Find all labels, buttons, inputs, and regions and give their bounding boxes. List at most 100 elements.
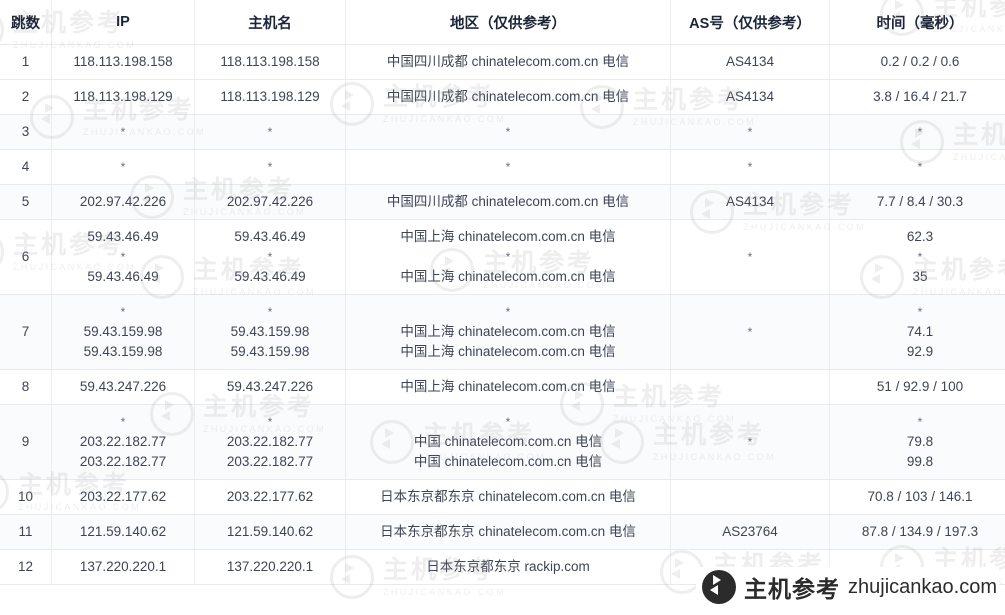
cell-as[interactable]: * <box>670 149 830 185</box>
cell-geo: 中国四川成都 chinatelecom.com.cn 电信 <box>345 184 671 220</box>
cell-ip[interactable]: * 203.22.182.77 203.22.182.77 <box>51 404 195 480</box>
cell-as[interactable]: * <box>670 114 830 150</box>
cell-ip[interactable]: 121.59.140.62 <box>51 514 195 550</box>
cell-line: 203.22.177.62 <box>79 489 167 504</box>
column-header-hop[interactable]: 跳数 <box>0 0 52 45</box>
cell-ip[interactable]: 118.113.198.158 <box>51 44 195 80</box>
cell-line: * <box>747 325 753 339</box>
cell-host: 203.22.177.62 <box>194 479 346 515</box>
cell-host: 121.59.140.62 <box>194 514 346 550</box>
cell-as[interactable]: * <box>670 404 830 480</box>
cell-line: 92.9 <box>906 344 934 359</box>
cell-line: 35 <box>912 269 928 284</box>
corner-watermark-cn: 主机参考 <box>744 576 841 602</box>
cell-ip[interactable]: 59.43.46.49 * 59.43.46.49 <box>51 219 195 295</box>
cell-as[interactable] <box>670 479 830 515</box>
watermark-en: ZHUJICANKAO.COM <box>383 586 507 597</box>
traceroute-table: 跳数 IP 主机名 地区（仅供参考） AS号（仅供参考） 时间（毫秒） 1 118… <box>0 0 1005 585</box>
cell-time: * 74.1 92.9 <box>829 294 1005 370</box>
cell-line: 中国四川成都 chinatelecom.com.cn 电信 <box>386 194 630 209</box>
table-body: 1 118.113.198.158 118.113.198.158 中国四川成都 ch… <box>0 44 1005 585</box>
cell-line: 中国四川成都 chinatelecom.com.cn 电信 <box>386 89 630 104</box>
cell-line: * <box>917 160 923 174</box>
cell-host: 137.220.220.1 <box>194 549 346 585</box>
cell-line: 118.113.198.158 <box>220 54 320 69</box>
cell-line: 59.43.46.49 <box>234 229 306 244</box>
cell-hop: 8 <box>0 369 52 405</box>
cell-line: 203.22.182.77 <box>79 454 167 469</box>
cell-line: * <box>267 305 273 319</box>
cell-ip[interactable]: 118.113.198.129 <box>51 79 195 115</box>
cell-time: 70.8 / 103 / 146.1 <box>829 479 1005 515</box>
cell-host: 59.43.247.226 <box>194 369 346 405</box>
cell-time: 87.8 / 134.9 / 197.3 <box>829 514 1005 550</box>
cell-line: * <box>267 250 273 264</box>
cell-host: 202.97.42.226 <box>194 184 346 220</box>
cell-hop: 9 <box>0 404 52 480</box>
cell-line: 中国四川成都 chinatelecom.com.cn 电信 <box>386 54 630 69</box>
cell-line: 日本东京都东京 rackip.com <box>426 559 590 574</box>
cell-time: 3.8 / 16.4 / 21.7 <box>829 79 1005 115</box>
cell-as[interactable]: * <box>670 294 830 370</box>
cell-as[interactable]: AS4134 <box>670 44 830 80</box>
cell-time: * 79.8 99.8 <box>829 404 1005 480</box>
cell-line: 137.220.220.1 <box>226 559 314 574</box>
cell-geo: * 中国上海 chinatelecom.com.cn 电信 中国上海 chinate… <box>345 294 671 370</box>
cell-geo: 中国四川成都 chinatelecom.com.cn 电信 <box>345 44 671 80</box>
cell-time: * <box>829 114 1005 150</box>
cell-line: 59.43.159.98 <box>230 344 310 359</box>
cell-ip[interactable]: 203.22.177.62 <box>51 479 195 515</box>
cell-line: 59.43.159.98 <box>83 344 163 359</box>
cell-hop: 10 <box>0 479 52 515</box>
cell-ip[interactable]: * <box>51 114 195 150</box>
cell-geo: 日本东京都东京 chinatelecom.com.cn 电信 <box>345 479 671 515</box>
column-header-time[interactable]: 时间（毫秒） <box>829 0 1005 45</box>
cell-line: * <box>505 160 511 174</box>
cell-line: 203.22.177.62 <box>226 489 314 504</box>
cell-as[interactable] <box>670 369 830 405</box>
cell-host: * 203.22.182.77 203.22.182.77 <box>194 404 346 480</box>
cell-line: 59.43.46.49 <box>87 269 159 284</box>
cell-line: * <box>747 250 753 264</box>
column-header-as[interactable]: AS号（仅供参考） <box>670 0 830 45</box>
cell-as[interactable]: AS4134 <box>670 79 830 115</box>
cell-hop: 3 <box>0 114 52 150</box>
cell-hop: 12 <box>0 549 52 585</box>
cell-as[interactable]: AS23764 <box>670 514 830 550</box>
cell-ip[interactable]: 59.43.247.226 <box>51 369 195 405</box>
column-header-ip[interactable]: IP <box>51 0 195 45</box>
cell-line: 118.113.198.129 <box>73 89 173 104</box>
cell-as[interactable]: AS4134 <box>670 184 830 220</box>
cell-line: * <box>505 250 511 264</box>
cell-line: 中国上海 chinatelecom.com.cn 电信 <box>400 344 616 359</box>
cell-line: * <box>267 125 273 139</box>
cell-host: 118.113.198.129 <box>194 79 346 115</box>
cell-ip[interactable]: 137.220.220.1 <box>51 549 195 585</box>
cell-time: 51 / 92.9 / 100 <box>829 369 1005 405</box>
cell-line: * <box>120 305 126 319</box>
cell-line: * <box>917 305 923 319</box>
column-header-geo[interactable]: 地区（仅供参考） <box>345 0 671 45</box>
cell-ip[interactable]: * 59.43.159.98 59.43.159.98 <box>51 294 195 370</box>
table-row: 3 * * * * * <box>0 114 1005 150</box>
cell-hop: 11 <box>0 514 52 550</box>
cell-line: 7.7 / 8.4 / 30.3 <box>876 194 964 209</box>
cell-line: * <box>120 160 126 174</box>
table-row: 9 * 203.22.182.77 203.22.182.77 * 203.22.182.… <box>0 404 1005 480</box>
cell-line: AS4134 <box>725 194 775 209</box>
table-row: 7 * 59.43.159.98 59.43.159.98 * 59.43.159.98 5… <box>0 294 1005 370</box>
cell-ip[interactable]: 202.97.42.226 <box>51 184 195 220</box>
cell-line: * <box>917 415 923 429</box>
cell-ip[interactable]: * <box>51 149 195 185</box>
cell-line: * <box>505 125 511 139</box>
cell-line: 59.43.159.98 <box>83 324 163 339</box>
cell-geo: 中国四川成都 chinatelecom.com.cn 电信 <box>345 79 671 115</box>
table-row: 8 59.43.247.226 59.43.247.226 中国上海 chinatel… <box>0 369 1005 405</box>
column-header-host[interactable]: 主机名 <box>194 0 346 45</box>
cell-line: 203.22.182.77 <box>226 454 314 469</box>
table-row: 4 * * * * * <box>0 149 1005 185</box>
table-row: 2 118.113.198.129 118.113.198.129 中国四川成都 ch… <box>0 79 1005 115</box>
cell-line: * <box>505 415 511 429</box>
cell-as[interactable]: * <box>670 219 830 295</box>
cell-geo: 中国上海 chinatelecom.com.cn 电信 <box>345 369 671 405</box>
